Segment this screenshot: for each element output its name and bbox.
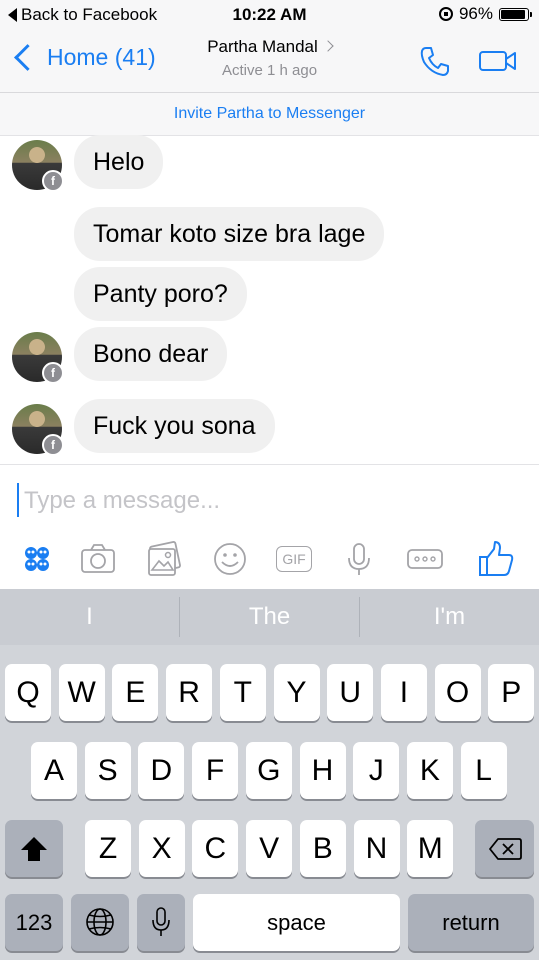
message-bubble[interactable]: Helo bbox=[74, 135, 164, 189]
facebook-badge-icon: f bbox=[42, 362, 64, 384]
key-w[interactable]: W bbox=[58, 664, 105, 721]
key-s[interactable]: S bbox=[84, 742, 131, 799]
status-bar: Back to Facebook 10:22 AM 96% bbox=[0, 0, 539, 30]
key-r[interactable]: R bbox=[166, 664, 213, 721]
backspace-icon bbox=[488, 838, 522, 860]
key-g[interactable]: G bbox=[245, 742, 292, 799]
message-bubble[interactable]: Panty poro? bbox=[74, 267, 247, 321]
shift-key[interactable] bbox=[5, 820, 63, 877]
key-v[interactable]: V bbox=[246, 820, 293, 877]
invite-to-messenger-link[interactable]: Invite Partha to Messenger bbox=[0, 93, 539, 136]
chevron-right-icon bbox=[322, 40, 334, 52]
contact-name: Partha Mandal bbox=[207, 37, 318, 56]
active-status: Active 1 h ago bbox=[221, 62, 318, 79]
contact-avatar[interactable]: f bbox=[12, 140, 64, 192]
more-icon[interactable] bbox=[405, 539, 445, 579]
return-key[interactable]: return bbox=[408, 894, 534, 951]
gallery-icon[interactable] bbox=[144, 539, 184, 579]
key-y[interactable]: Y bbox=[273, 664, 320, 721]
battery-percent: 96% bbox=[458, 4, 493, 23]
message-input[interactable]: Type a message... bbox=[24, 487, 220, 515]
key-q[interactable]: Q bbox=[5, 664, 51, 721]
prediction-option[interactable]: The bbox=[180, 589, 359, 645]
apps-icon[interactable] bbox=[17, 539, 57, 579]
battery-icon bbox=[499, 7, 532, 21]
status-right: 96% bbox=[438, 4, 532, 24]
key-i[interactable]: I bbox=[380, 664, 427, 721]
key-h[interactable]: H bbox=[299, 742, 346, 799]
key-e[interactable]: E bbox=[112, 664, 159, 721]
gif-label: GIF bbox=[276, 546, 312, 572]
composer-toolbar: GIF bbox=[0, 539, 539, 579]
key-f[interactable]: F bbox=[192, 742, 239, 799]
message-composer: Type a message... GIF bbox=[0, 464, 539, 589]
conversation-header: Home (41) Partha Mandal Active 1 h ago bbox=[0, 30, 539, 93]
keyboard: I The I'm QWERTYUIOP ASDFGHJKL ZXCVBNM 1… bbox=[0, 589, 539, 960]
numbers-key[interactable]: 123 bbox=[5, 894, 63, 951]
dictation-key[interactable] bbox=[137, 894, 185, 951]
key-z[interactable]: Z bbox=[85, 820, 131, 877]
video-call-icon[interactable] bbox=[478, 48, 518, 74]
message-bubble[interactable]: Tomar koto size bra lage bbox=[74, 207, 385, 261]
message-bubble[interactable]: Bono dear bbox=[74, 327, 228, 381]
camera-icon[interactable] bbox=[78, 539, 118, 579]
key-m[interactable]: M bbox=[407, 820, 454, 877]
prediction-option[interactable]: I bbox=[0, 589, 179, 645]
key-u[interactable]: U bbox=[327, 664, 374, 721]
contact-avatar[interactable]: f bbox=[12, 404, 64, 456]
like-icon[interactable] bbox=[476, 539, 516, 579]
message-bubble[interactable]: Fuck you sona bbox=[74, 399, 275, 453]
key-j[interactable]: J bbox=[353, 742, 400, 799]
facebook-badge-icon: f bbox=[42, 434, 64, 456]
microphone-icon[interactable] bbox=[339, 539, 379, 579]
key-b[interactable]: B bbox=[299, 820, 346, 877]
phone-icon[interactable] bbox=[418, 44, 452, 78]
contact-name-button[interactable]: Partha Mandal bbox=[0, 37, 539, 57]
backspace-key[interactable] bbox=[475, 820, 534, 877]
key-a[interactable]: A bbox=[31, 742, 77, 799]
key-d[interactable]: D bbox=[138, 742, 185, 799]
key-c[interactable]: C bbox=[192, 820, 239, 877]
key-k[interactable]: K bbox=[406, 742, 453, 799]
emoji-icon[interactable] bbox=[210, 539, 250, 579]
predictive-bar: I The I'm bbox=[0, 589, 539, 645]
key-x[interactable]: X bbox=[138, 820, 185, 877]
orientation-lock-icon bbox=[438, 7, 453, 21]
gif-button[interactable]: GIF bbox=[274, 539, 314, 579]
contact-avatar[interactable]: f bbox=[12, 332, 64, 384]
shift-arrow-icon bbox=[21, 837, 47, 861]
globe-icon bbox=[86, 908, 114, 936]
key-l[interactable]: L bbox=[460, 742, 507, 799]
prediction-option[interactable]: I'm bbox=[360, 589, 539, 645]
key-t[interactable]: T bbox=[219, 664, 266, 721]
key-o[interactable]: O bbox=[434, 664, 481, 721]
key-p[interactable]: P bbox=[488, 664, 535, 721]
space-key[interactable]: space bbox=[193, 894, 400, 951]
facebook-badge-icon: f bbox=[42, 170, 64, 192]
microphone-icon bbox=[152, 907, 170, 936]
text-cursor bbox=[17, 483, 19, 517]
globe-key[interactable] bbox=[71, 894, 129, 951]
key-n[interactable]: N bbox=[353, 820, 400, 877]
